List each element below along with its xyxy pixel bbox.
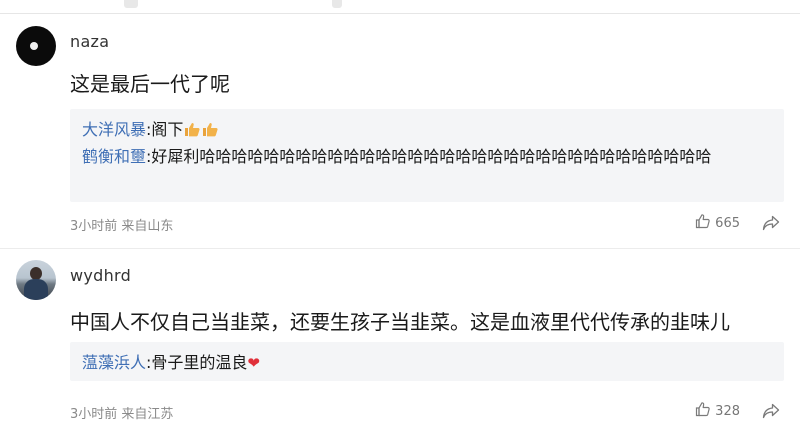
share-button[interactable] — [762, 402, 780, 420]
reply-text: 好犀利哈哈哈哈哈哈哈哈哈哈哈哈哈哈哈哈哈哈哈哈哈哈哈哈哈哈哈哈哈哈哈哈 — [151, 147, 712, 166]
like-button[interactable]: 328 — [695, 401, 740, 421]
avatar-body — [24, 279, 48, 300]
like-button[interactable]: 665 — [695, 213, 740, 233]
comment-item: wydhrd 中国人不仅自己当韭菜，还要生孩子当韭菜。这是血液里代代传承的韭味儿… — [0, 258, 800, 431]
top-divider — [0, 0, 800, 14]
reply-item: 大洋风暴:阁下 — [82, 117, 772, 144]
reply-box[interactable]: 大洋风暴:阁下 鹤衡和壐:好犀利哈哈哈哈哈哈哈哈哈哈哈哈哈哈哈哈哈哈哈哈哈哈哈哈… — [70, 109, 784, 202]
avatar[interactable] — [16, 260, 56, 300]
reply-text: 阁下 — [151, 120, 184, 139]
avatar-dot — [30, 42, 38, 50]
divider-tab — [124, 0, 138, 8]
thumbs-up-icon — [695, 401, 711, 421]
thumbs-up-icon — [695, 213, 711, 233]
share-button[interactable] — [762, 214, 780, 232]
reply-item: 鹤衡和壐:好犀利哈哈哈哈哈哈哈哈哈哈哈哈哈哈哈哈哈哈哈哈哈哈哈哈哈哈哈哈哈哈哈哈 — [82, 144, 772, 169]
comment-username[interactable]: wydhrd — [70, 266, 131, 285]
reply-box[interactable]: 蕰藻浜人:骨子里的温良❤ — [70, 342, 784, 381]
reply-username[interactable]: 鹤衡和壐 — [82, 147, 146, 166]
comment-text: 这是最后一代了呢 — [70, 72, 230, 96]
comment-username[interactable]: naza — [70, 32, 109, 51]
share-icon — [762, 403, 780, 424]
comment-text: 中国人不仅自己当韭菜，还要生孩子当韭菜。这是血液里代代传承的韭味儿 — [70, 310, 730, 334]
reply-username[interactable]: 蕰藻浜人 — [82, 353, 146, 372]
thumbs-up-emoji-icon — [184, 119, 201, 144]
comment-meta: 3小时前 来自山东 — [70, 219, 174, 234]
divider-tab — [332, 0, 342, 8]
thumbs-up-emoji-icon — [202, 119, 219, 144]
reply-item: 蕰藻浜人:骨子里的温良❤ — [82, 350, 772, 376]
comment-meta: 3小时前 来自江苏 — [70, 407, 174, 422]
share-icon — [762, 215, 780, 236]
like-count: 665 — [715, 215, 740, 231]
like-count: 328 — [715, 403, 740, 419]
reply-text: 骨子里的温良 — [151, 353, 248, 372]
reply-username[interactable]: 大洋风暴 — [82, 120, 146, 139]
avatar[interactable] — [16, 26, 56, 66]
comment-item: naza 这是最后一代了呢 大洋风暴:阁下 鹤衡和壐:好犀利哈哈哈哈哈哈哈哈哈哈… — [0, 24, 800, 249]
heart-emoji-icon: ❤ — [247, 354, 260, 372]
